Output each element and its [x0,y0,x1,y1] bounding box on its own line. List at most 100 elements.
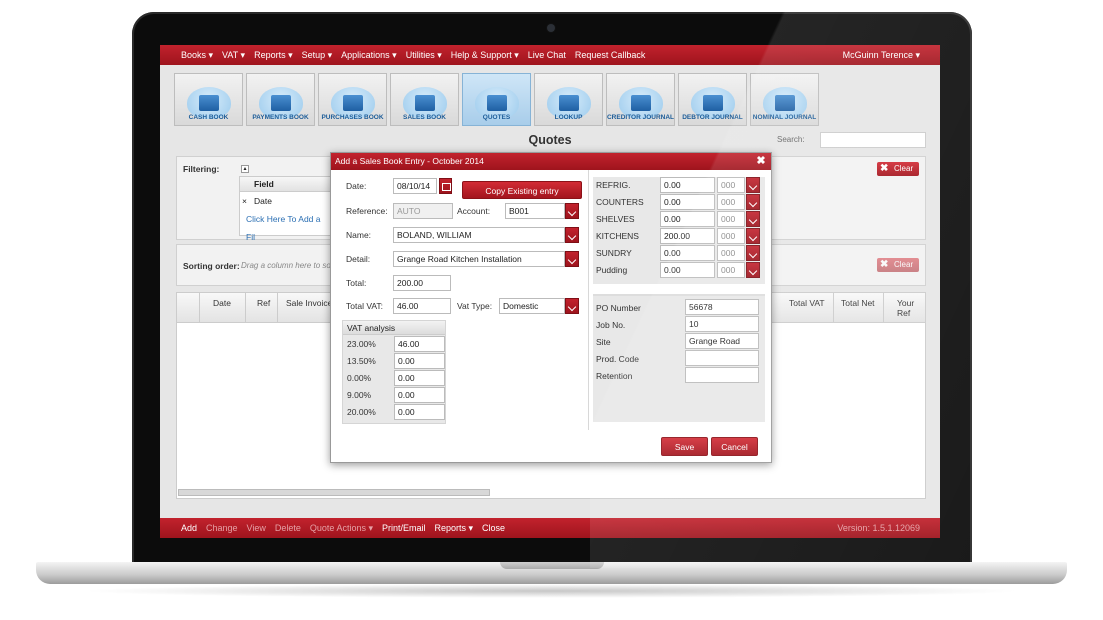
menu-setup[interactable]: Setup ▾ [302,50,333,61]
total-field[interactable]: 200.00 [393,275,451,291]
category-amount-field[interactable]: 200.00 [660,228,715,244]
view-button[interactable]: View [247,523,266,533]
total-vat-field[interactable]: 46.00 [393,298,451,314]
clear-filter-button[interactable]: ✖ Clear [877,162,919,176]
toolbar-quotes[interactable]: QUOTES [462,73,531,126]
category-code-field[interactable]: 000 [717,228,745,244]
menu-reports[interactable]: Reports ▾ [254,50,293,61]
chevron-down-icon[interactable] [746,177,760,193]
vat-amount-field[interactable]: 46.00 [394,336,445,352]
column-total-vat[interactable]: Total VAT [789,298,825,308]
toolbar-purchases-book[interactable]: PURCHASES BOOK [318,73,387,126]
category-amount-field[interactable]: 0.00 [660,194,715,210]
collapse-up-icon[interactable]: ▴ [241,165,249,173]
category-amount-field[interactable]: 0.00 [660,245,715,261]
delete-button[interactable]: Delete [275,523,301,533]
category-code-field[interactable]: 000 [717,211,745,227]
column-date[interactable]: Date [213,298,231,308]
category-code-field[interactable]: 000 [717,245,745,261]
toolbar-debtor-journal[interactable]: DEBTOR JOURNAL [678,73,747,126]
chevron-down-icon[interactable] [565,251,579,267]
change-button[interactable]: Change [206,523,238,533]
chevron-down-icon[interactable] [746,194,760,210]
detail-field[interactable]: Grange Road Kitchen Installation [393,251,565,267]
vat-rate: 13.50% [347,356,376,366]
dialog-footer: Save Cancel [331,430,771,462]
chevron-down-icon[interactable] [746,262,760,278]
category-amount-field[interactable]: 0.00 [660,262,715,278]
toolbar-sales-book[interactable]: SALES BOOK [390,73,459,126]
add-filter-link[interactable]: Click Here To Add a Fil [240,210,331,242]
category-name: COUNTERS [596,197,644,207]
menu-live-chat[interactable]: Live Chat [528,50,566,60]
calendar-icon[interactable] [439,178,452,194]
chevron-down-icon[interactable] [565,203,579,219]
po-number-field[interactable]: 56678 [685,299,759,315]
chevron-down-icon[interactable] [746,245,760,261]
toolbar-label: DEBTOR JOURNAL [682,114,743,121]
vat-amount-field[interactable]: 0.00 [394,353,445,369]
toolbar-cash-book[interactable]: CASH BOOK [174,73,243,126]
toolbar-label: LOOKUP [554,114,583,121]
category-row: Pudding 0.00 000 [593,262,765,279]
horizontal-scrollbar[interactable] [178,489,490,496]
chevron-down-icon[interactable] [746,228,760,244]
site-field[interactable]: Grange Road [685,333,759,349]
toolbar-label: CASH BOOK [188,114,229,121]
vat-row: 9.00% 0.00 [343,386,445,403]
vat-amount-field[interactable]: 0.00 [394,404,445,420]
chevron-down-icon[interactable] [746,211,760,227]
clear-sort-button[interactable]: ✖ Clear [877,258,919,272]
toolbar-lookup[interactable]: LOOKUP [534,73,603,126]
close-icon[interactable]: ✖ [754,153,768,170]
category-code-field[interactable]: 000 [717,177,745,193]
toolbar-label: SALES BOOK [403,114,446,121]
reports-menu[interactable]: Reports ▾ [435,523,474,534]
search-input[interactable] [820,132,926,148]
vat-amount-field[interactable]: 0.00 [394,387,445,403]
name-field[interactable]: BOLAND, WILLIAM [393,227,565,243]
vat-type-label: Vat Type: [457,301,493,311]
user-menu[interactable]: McGuinn Terence ▾ [843,50,920,61]
category-code-field[interactable]: 000 [717,262,745,278]
toolbar-nominal-journal[interactable]: NOMINAL JOURNAL [750,73,819,126]
category-name: SUNDRY [596,248,632,258]
vat-type-field[interactable]: Domestic [499,298,565,314]
search-label: Search: [777,135,805,144]
menu-books[interactable]: Books ▾ [181,50,213,61]
column-ref[interactable]: Ref [257,298,270,308]
menu-applications[interactable]: Applications ▾ [341,50,397,61]
print-email-button[interactable]: Print/Email [382,523,426,533]
toolbar-payments-book[interactable]: PAYMENTS BOOK [246,73,315,126]
vat-amount-field[interactable]: 0.00 [394,370,445,386]
date-field[interactable]: 08/10/14 [393,178,437,194]
menu-utilities[interactable]: Utilities ▾ [406,50,442,61]
add-button[interactable]: Add [181,523,197,533]
retention-label: Retention [596,371,633,381]
remove-filter-icon[interactable]: × [242,192,247,210]
chevron-down-icon[interactable] [565,227,579,243]
menu-help-support[interactable]: Help & Support ▾ [451,50,519,61]
copy-existing-entry-button[interactable]: Copy Existing entry [462,181,582,199]
sort-hint[interactable]: Drag a column here to so [241,261,331,270]
sales-entry-dialog: Add a Sales Book Entry - October 2014 ✖ … [330,152,772,463]
column-sale-invoice[interactable]: Sale Invoice [286,298,332,308]
menu-vat[interactable]: VAT ▾ [222,50,245,61]
quote-actions-menu[interactable]: Quote Actions ▾ [310,523,373,534]
save-button[interactable]: Save [661,437,708,456]
prod-code-field[interactable] [685,350,759,366]
cancel-button[interactable]: Cancel [711,437,758,456]
column-your-ref[interactable]: Your Ref [897,298,925,318]
filter-field-value[interactable]: Date [254,196,272,206]
category-code-field[interactable]: 000 [717,194,745,210]
job-no-field[interactable]: 10 [685,316,759,332]
account-field[interactable]: B001 [505,203,565,219]
menu-request-callback[interactable]: Request Callback [575,50,646,60]
column-total-net[interactable]: Total Net [841,298,875,308]
close-button[interactable]: Close [482,523,505,533]
chevron-down-icon[interactable] [565,298,579,314]
category-amount-field[interactable]: 0.00 [660,177,715,193]
category-amount-field[interactable]: 0.00 [660,211,715,227]
retention-field[interactable] [685,367,759,383]
toolbar-creditor-journal[interactable]: CREDITOR JOURNAL [606,73,675,126]
